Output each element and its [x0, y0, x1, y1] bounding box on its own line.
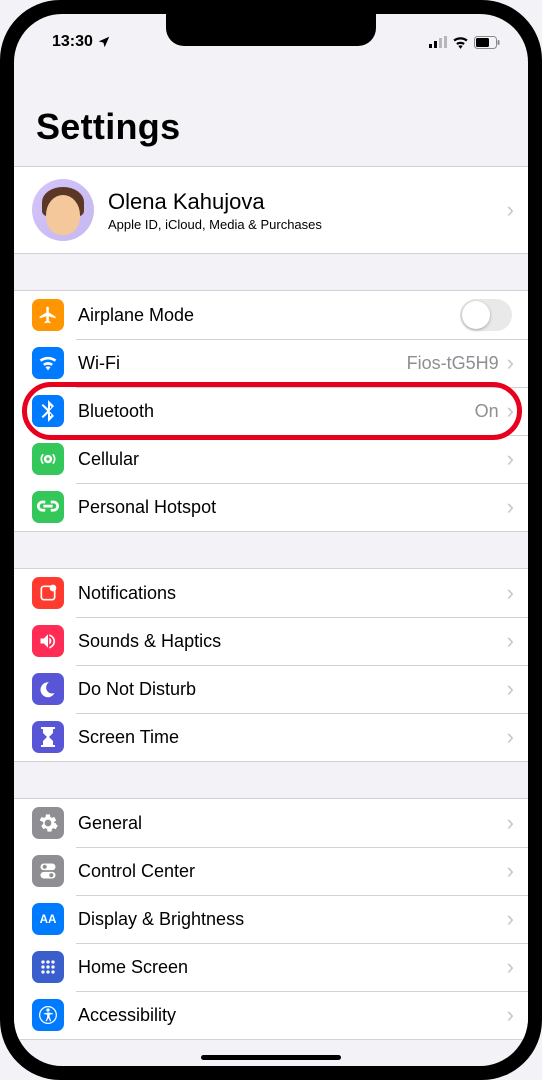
status-time: 13:30	[52, 33, 93, 51]
screen: 13:30 Settings	[14, 14, 528, 1066]
display-row[interactable]: AA Display & Brightness ›	[14, 895, 528, 943]
sounds-label: Sounds & Haptics	[78, 631, 507, 652]
dnd-label: Do Not Disturb	[78, 679, 507, 700]
profile-subtitle: Apple ID, iCloud, Media & Purchases	[108, 217, 507, 232]
page-title: Settings	[14, 58, 528, 158]
hourglass-icon	[32, 721, 64, 753]
general-row[interactable]: General ›	[14, 799, 528, 847]
airplane-mode-row[interactable]: Airplane Mode	[14, 291, 528, 339]
general-label: General	[78, 813, 507, 834]
display-icon: AA	[32, 903, 64, 935]
accessibility-icon	[32, 999, 64, 1031]
accessibility-label: Accessibility	[78, 1005, 507, 1026]
home-indicator[interactable]	[201, 1055, 341, 1060]
chevron-right-icon: ›	[507, 1004, 514, 1026]
chevron-right-icon: ›	[507, 199, 514, 221]
hotspot-icon	[32, 491, 64, 523]
wifi-value: Fios-tG5H9	[407, 353, 499, 374]
accessibility-row[interactable]: Accessibility ›	[14, 991, 528, 1039]
location-arrow-icon	[97, 35, 111, 49]
notifications-label: Notifications	[78, 583, 507, 604]
dnd-row[interactable]: Do Not Disturb ›	[14, 665, 528, 713]
cellular-icon	[429, 36, 447, 48]
wifi-label: Wi-Fi	[78, 353, 407, 374]
wifi-row[interactable]: Wi-Fi Fios-tG5H9 ›	[14, 339, 528, 387]
notch	[166, 14, 376, 46]
gear-icon	[32, 807, 64, 839]
phone-frame: 13:30 Settings	[0, 0, 542, 1080]
airplane-toggle[interactable]	[460, 299, 512, 331]
chevron-right-icon: ›	[507, 860, 514, 882]
wifi-settings-icon	[32, 347, 64, 379]
sounds-icon	[32, 625, 64, 657]
avatar	[32, 179, 94, 241]
bluetooth-row[interactable]: Bluetooth On ›	[14, 387, 528, 435]
control-center-row[interactable]: Control Center ›	[14, 847, 528, 895]
chevron-right-icon: ›	[507, 956, 514, 978]
notifications-icon	[32, 577, 64, 609]
chevron-right-icon: ›	[507, 630, 514, 652]
wifi-icon	[452, 36, 469, 49]
display-label: Display & Brightness	[78, 909, 507, 930]
chevron-right-icon: ›	[507, 448, 514, 470]
homescreen-row[interactable]: Home Screen ›	[14, 943, 528, 991]
notifications-row[interactable]: Notifications ›	[14, 569, 528, 617]
bluetooth-value: On	[475, 401, 499, 422]
chevron-right-icon: ›	[507, 908, 514, 930]
airplane-icon	[32, 299, 64, 331]
profile-row[interactable]: Olena Kahujova Apple ID, iCloud, Media &…	[14, 167, 528, 253]
cellular-label: Cellular	[78, 449, 507, 470]
profile-name: Olena Kahujova	[108, 189, 507, 215]
cellular-row[interactable]: Cellular ›	[14, 435, 528, 483]
chevron-right-icon: ›	[507, 352, 514, 374]
homescreen-icon	[32, 951, 64, 983]
control-center-label: Control Center	[78, 861, 507, 882]
hotspot-label: Personal Hotspot	[78, 497, 507, 518]
battery-icon	[474, 36, 500, 49]
chevron-right-icon: ›	[507, 678, 514, 700]
chevron-right-icon: ›	[507, 582, 514, 604]
moon-icon	[32, 673, 64, 705]
bluetooth-label: Bluetooth	[78, 401, 475, 422]
control-center-icon	[32, 855, 64, 887]
airplane-label: Airplane Mode	[78, 305, 460, 326]
screentime-label: Screen Time	[78, 727, 507, 748]
chevron-right-icon: ›	[507, 726, 514, 748]
cellular-settings-icon	[32, 443, 64, 475]
homescreen-label: Home Screen	[78, 957, 507, 978]
chevron-right-icon: ›	[507, 400, 514, 422]
general-section: General › Control Center › AA Display & …	[14, 798, 528, 1040]
svg-text:AA: AA	[40, 913, 57, 926]
chevron-right-icon: ›	[507, 812, 514, 834]
sounds-row[interactable]: Sounds & Haptics ›	[14, 617, 528, 665]
connectivity-section: Airplane Mode Wi-Fi Fios-tG5H9 › Bluetoo…	[14, 290, 528, 532]
profile-section: Olena Kahujova Apple ID, iCloud, Media &…	[14, 166, 528, 254]
chevron-right-icon: ›	[507, 496, 514, 518]
hotspot-row[interactable]: Personal Hotspot ›	[14, 483, 528, 531]
bluetooth-icon	[32, 395, 64, 427]
notifications-section: Notifications › Sounds & Haptics › Do No…	[14, 568, 528, 762]
screentime-row[interactable]: Screen Time ›	[14, 713, 528, 761]
